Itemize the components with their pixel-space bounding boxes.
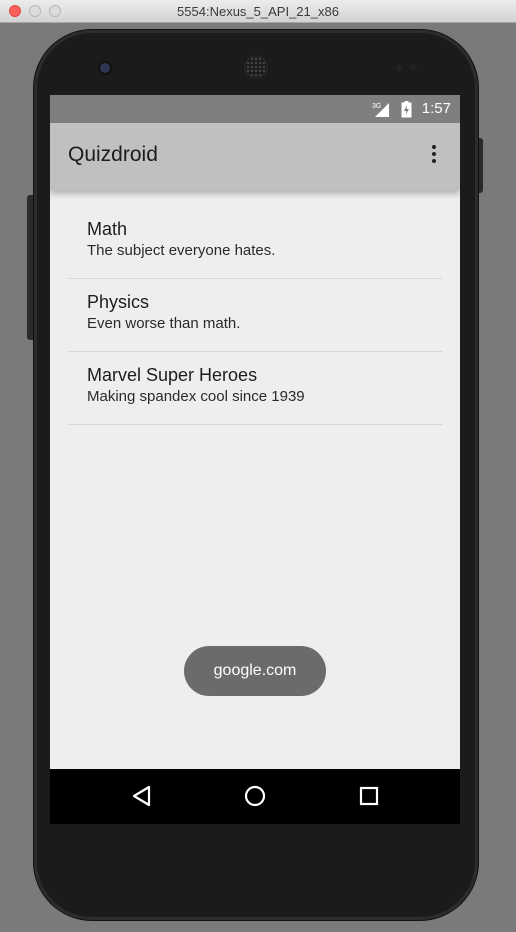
toast-message: google.com bbox=[184, 646, 326, 696]
topic-item-marvel[interactable]: Marvel Super Heroes Making spandex cool … bbox=[68, 352, 442, 425]
battery-icon bbox=[401, 101, 412, 118]
topic-description: The subject everyone hates. bbox=[87, 242, 276, 259]
network-type-label: 3G bbox=[372, 103, 381, 110]
light-sensor bbox=[410, 64, 417, 71]
topic-title: Math bbox=[87, 219, 128, 239]
topic-list: Math The subject everyone hates. Physics… bbox=[68, 206, 442, 425]
home-circle-icon[interactable] bbox=[242, 783, 268, 809]
app-bar: Quizdroid bbox=[50, 123, 460, 190]
back-triangle-icon[interactable] bbox=[129, 783, 155, 809]
device-screen: 3G 1:57 Quizdroid Math The subject every… bbox=[50, 95, 460, 824]
status-bar: 3G 1:57 bbox=[50, 95, 460, 123]
front-camera bbox=[100, 63, 110, 73]
app-title: Quizdroid bbox=[68, 143, 158, 166]
topic-item-physics[interactable]: Physics Even worse than math. bbox=[68, 279, 442, 352]
status-time: 1:57 bbox=[421, 100, 451, 117]
emulator-title-bar: 5554:Nexus_5_API_21_x86 bbox=[0, 0, 516, 23]
window-title: 5554:Nexus_5_API_21_x86 bbox=[177, 4, 339, 19]
topic-item-math[interactable]: Math The subject everyone hates. bbox=[68, 206, 442, 279]
topic-title: Physics bbox=[87, 292, 150, 312]
earpiece-speaker bbox=[246, 57, 266, 77]
signal-icon: 3G bbox=[372, 103, 389, 117]
topic-description: Making spandex cool since 1939 bbox=[87, 388, 305, 405]
proximity-sensor bbox=[396, 64, 403, 71]
recents-square-icon[interactable] bbox=[356, 783, 382, 809]
topic-description: Even worse than math. bbox=[87, 315, 241, 332]
topic-title: Marvel Super Heroes bbox=[87, 365, 258, 385]
navigation-bar bbox=[50, 769, 460, 824]
more-vert-icon[interactable] bbox=[424, 145, 444, 167]
